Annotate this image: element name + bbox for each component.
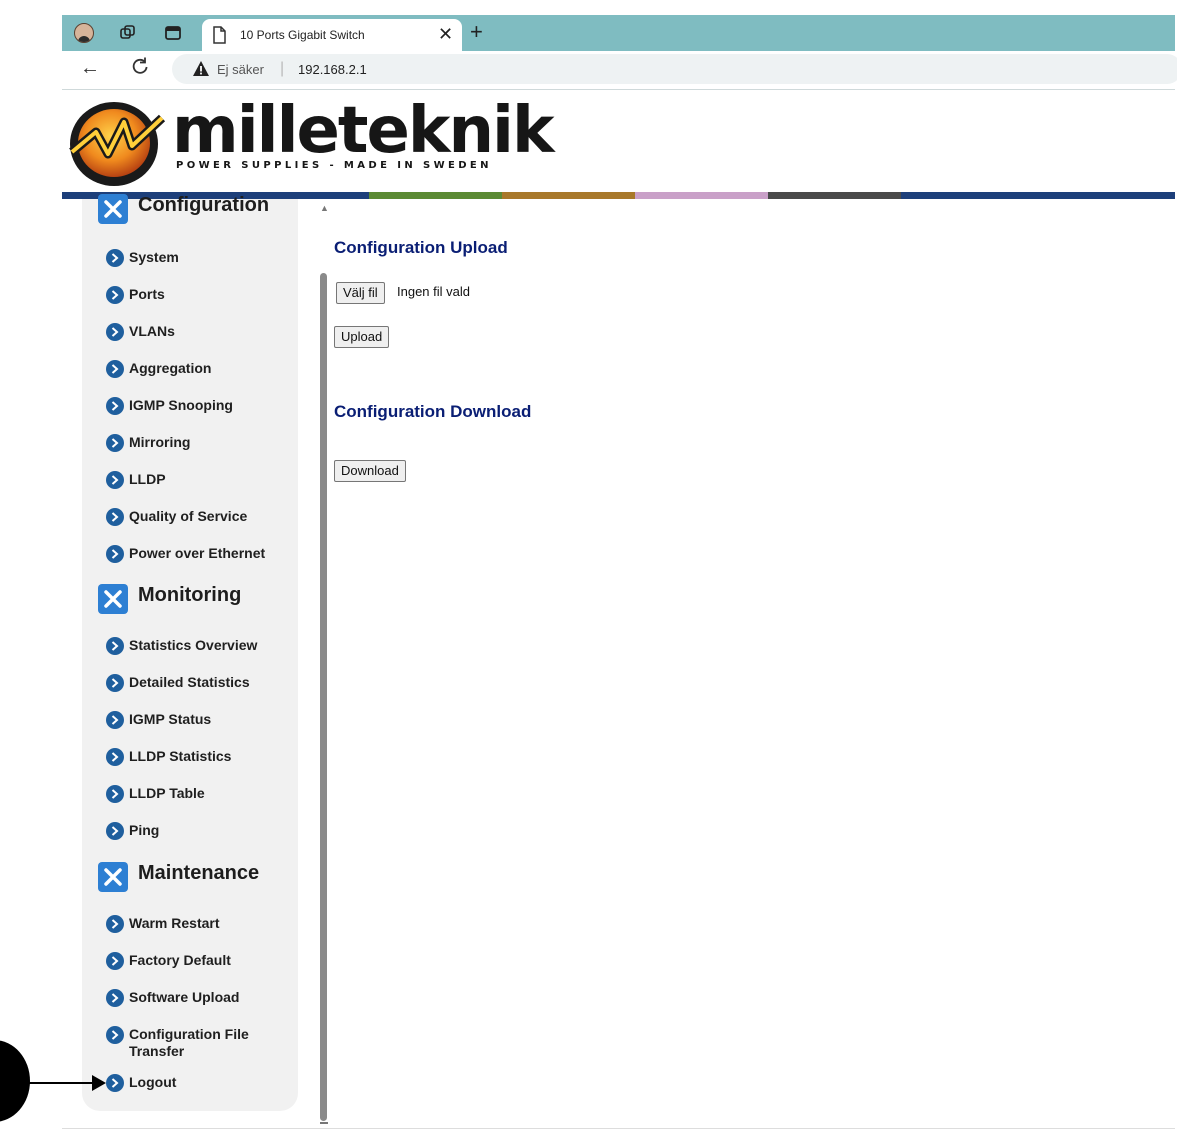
address-bar: ← Ej säker | 192.168.2.1 (62, 51, 1177, 90)
browser-tab-bar: 10 Ports Gigabit Switch ✕ + (62, 15, 1175, 51)
tools-icon (98, 194, 128, 224)
sidebar-item-warm-restart[interactable]: Warm Restart (106, 915, 296, 933)
sidebar-item-igmp-snooping[interactable]: IGMP Snooping (106, 397, 296, 415)
scroll-down-arrow-icon[interactable] (320, 1122, 328, 1124)
browser-tab[interactable]: 10 Ports Gigabit Switch ✕ (202, 19, 462, 51)
tools-icon (98, 862, 128, 892)
address-separator: | (280, 60, 285, 77)
chevron-right-icon (106, 637, 124, 655)
security-status[interactable]: Ej säker (217, 62, 264, 77)
sidebar-item-configuration-file-transfer[interactable]: Configuration File Transfer (106, 1026, 256, 1060)
vertical-scrollbar[interactable] (320, 273, 327, 1121)
file-status-text: Ingen fil vald (397, 284, 470, 299)
sidebar-nav: Configuration System Ports VLANs Aggrega… (82, 194, 298, 1111)
sidebar-item-logout[interactable]: Logout (106, 1074, 296, 1092)
sidebar-item-ping[interactable]: Ping (106, 822, 296, 840)
chevron-right-icon (106, 508, 124, 526)
download-section-title: Configuration Download (334, 402, 532, 421)
workspaces-icon[interactable] (118, 23, 138, 43)
chevron-right-icon (106, 674, 124, 692)
chevron-right-icon (106, 1074, 124, 1092)
chevron-right-icon (106, 785, 124, 803)
sidebar-item-vlans[interactable]: VLANs (106, 323, 296, 341)
tab-title: 10 Ports Gigabit Switch (240, 28, 365, 42)
reload-icon[interactable] (130, 56, 150, 82)
callout-arrow-line (28, 1082, 96, 1084)
chevron-right-icon (106, 822, 124, 840)
chevron-right-icon (106, 915, 124, 933)
sidebar-item-lldp-table[interactable]: LLDP Table (106, 785, 296, 803)
sidebar-item-lldp[interactable]: LLDP (106, 471, 296, 489)
sidebar-item-system[interactable]: System (106, 249, 296, 267)
chevron-right-icon (106, 286, 124, 304)
section-title-maintenance: Maintenance (138, 862, 260, 884)
chevron-right-icon (106, 397, 124, 415)
chevron-right-icon (106, 323, 124, 341)
chevron-right-icon (106, 1026, 124, 1044)
upload-section-title: Configuration Upload (334, 238, 508, 257)
close-tab-icon[interactable]: ✕ (438, 24, 453, 45)
sidebar-item-quality-of-service[interactable]: Quality of Service (106, 508, 296, 526)
brand-logo-icon (66, 96, 166, 193)
sidebar-item-mirroring[interactable]: Mirroring (106, 434, 296, 452)
chevron-right-icon (106, 989, 124, 1007)
callout-arrow-icon (92, 1075, 106, 1091)
download-button[interactable]: Download (334, 460, 406, 482)
back-arrow-icon[interactable]: ← (80, 57, 100, 80)
chevron-right-icon (106, 952, 124, 970)
chevron-right-icon (106, 434, 124, 452)
tab-actions-icon[interactable] (163, 23, 183, 43)
chevron-right-icon (106, 471, 124, 489)
url-text[interactable]: 192.168.2.1 (298, 62, 367, 77)
chevron-right-icon (106, 711, 124, 729)
scroll-up-arrow-icon[interactable]: ▲ (320, 203, 329, 213)
page-icon (212, 26, 226, 49)
sidebar-item-software-upload[interactable]: Software Upload (106, 989, 296, 1007)
url-field[interactable]: Ej säker | 192.168.2.1 (172, 54, 1177, 84)
page-bottom-border (62, 1128, 1175, 1129)
choose-file-button[interactable]: Välj fil (336, 282, 385, 304)
callout-marker (0, 1040, 30, 1122)
sidebar-item-power-over-ethernet[interactable]: Power over Ethernet (106, 545, 296, 563)
sidebar-item-aggregation[interactable]: Aggregation (106, 360, 296, 378)
sidebar-item-igmp-status[interactable]: IGMP Status (106, 711, 296, 729)
brand-tagline: POWER SUPPLIES - MADE IN SWEDEN (176, 160, 492, 171)
sidebar-item-factory-default[interactable]: Factory Default (106, 952, 296, 970)
chevron-right-icon (106, 360, 124, 378)
profile-avatar-icon[interactable] (74, 23, 94, 43)
chevron-right-icon (106, 249, 124, 267)
sidebar-item-statistics-overview[interactable]: Statistics Overview (106, 637, 296, 655)
sidebar-item-detailed-statistics[interactable]: Detailed Statistics (106, 674, 296, 692)
chevron-right-icon (106, 748, 124, 766)
new-tab-icon[interactable]: + (470, 19, 483, 45)
section-title-configuration: Configuration (138, 194, 270, 216)
sidebar-item-lldp-statistics[interactable]: LLDP Statistics (106, 748, 296, 766)
upload-button[interactable]: Upload (334, 326, 390, 348)
warning-icon[interactable] (192, 60, 210, 78)
sidebar-item-ports[interactable]: Ports (106, 286, 296, 304)
tools-icon (98, 584, 128, 614)
chevron-right-icon (106, 545, 124, 563)
brand-name: milleteknik (172, 94, 555, 168)
section-title-monitoring: Monitoring (138, 584, 242, 606)
